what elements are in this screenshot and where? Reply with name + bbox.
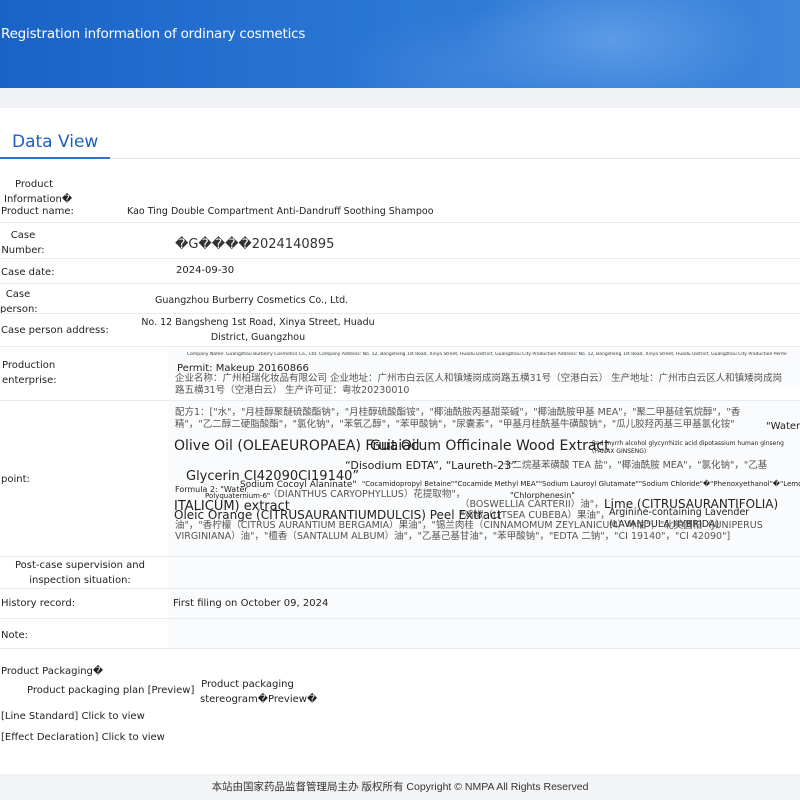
- row-divider: [0, 618, 800, 619]
- formula-water: "Water: [766, 421, 800, 432]
- value-background: [168, 556, 800, 588]
- footer: 本站由国家药品监督管理局主办 版权所有 Copyright © NMPA All…: [0, 774, 800, 800]
- row-divider: [0, 400, 800, 401]
- formula-cn-3: （DIANTHUS CARYOPHYLLUS）花提取物"，: [268, 489, 466, 500]
- case-person-address-value: No. 12 Bangsheng 1st Road, Xinya Street,…: [141, 317, 375, 343]
- divider-strip: [0, 88, 800, 108]
- row-divider: [0, 648, 800, 649]
- production-enterprise-value: Company Name: Guangzhou Burberry Cosmeti…: [187, 352, 787, 357]
- case-date-value: 2024-09-30: [176, 265, 235, 276]
- row-divider: [0, 588, 800, 589]
- history-record-value: First filing on October 09, 2024: [173, 598, 329, 609]
- line-standard-link[interactable]: [Line Standard] Click to view: [1, 711, 145, 722]
- formula-disodium: “Disodium EDTA”, “Laureth-23”: [345, 459, 517, 472]
- case-person-address-label: Case person address:: [1, 325, 109, 336]
- history-record-label: History record:: [1, 598, 76, 609]
- active-tab-indicator: [0, 157, 110, 159]
- production-enterprise-label: Production enterprise:: [2, 360, 57, 386]
- row-divider: [0, 222, 800, 223]
- packaging-plan-preview-link[interactable]: Product packaging plan [Preview]: [27, 685, 194, 696]
- packaging-stereogram-preview-link[interactable]: Product packaging stereogram�Preview�: [200, 677, 317, 707]
- formula-label: point:: [1, 474, 30, 485]
- row-divider: [0, 283, 800, 284]
- header-banner: Registration information of ordinary cos…: [0, 0, 800, 88]
- product-info-section-label: Product Information�: [4, 179, 73, 205]
- formula-1-cn: 配方1：["水"，"月桂醇聚醚硫酸酯钠"，"月桂醇硫酸酯铵"，"椰油酰胺丙基甜菜…: [175, 407, 741, 430]
- formula-tiny-note: Red myrrh alcohol glycyrrhizic acid dipo…: [592, 440, 784, 455]
- formula-cn-2: 十二烷基苯磺酸 TEA 盐"，"椰油酰胺 MEA"，"氯化钠"，"乙基: [503, 460, 768, 471]
- tab-data-view[interactable]: Data View: [12, 132, 98, 152]
- row-divider: [0, 258, 800, 259]
- case-date-label: Case date:: [1, 267, 55, 278]
- case-person-value: Guangzhou Burberry Cosmetics Co., Ltd.: [155, 295, 349, 306]
- case-number-label: Case Number:: [1, 230, 45, 256]
- product-packaging-section-label: Product Packaging�: [1, 666, 104, 677]
- tab-divider: [110, 158, 800, 159]
- case-number-value: �G����2024140895: [175, 237, 335, 252]
- effect-declaration-link[interactable]: [Effect Declaration] Click to view: [1, 732, 165, 743]
- production-enterprise-cn: 企业名称：广州柏瑞化妆品有限公司 企业地址：广州市白云区人和镇矮岗成岗路五横31…: [175, 373, 783, 396]
- value-background: [168, 618, 800, 648]
- footer-copyright: 本站由国家药品监督管理局主办 版权所有 Copyright © NMPA All…: [211, 781, 589, 793]
- product-name-value: Kao Ting Double Compartment Anti-Dandruf…: [127, 206, 434, 217]
- note-label: Note:: [1, 630, 29, 641]
- product-name-label: Product name:: [1, 206, 74, 217]
- row-divider: [0, 556, 800, 557]
- row-divider: [0, 346, 800, 347]
- banner-decoration: [340, 10, 600, 88]
- post-case-supervision-label: Post-case supervision and inspection sit…: [15, 560, 145, 586]
- formula-cn-5: 油"，"香柠檬（CITRUS AURANTIUM BERGAMIA）果油"，"锡…: [175, 520, 763, 542]
- row-divider: [0, 313, 800, 314]
- formula-guaiacum: Guaiacum Officinale Wood Extract: [370, 438, 610, 454]
- page-title: Registration information of ordinary cos…: [1, 26, 306, 42]
